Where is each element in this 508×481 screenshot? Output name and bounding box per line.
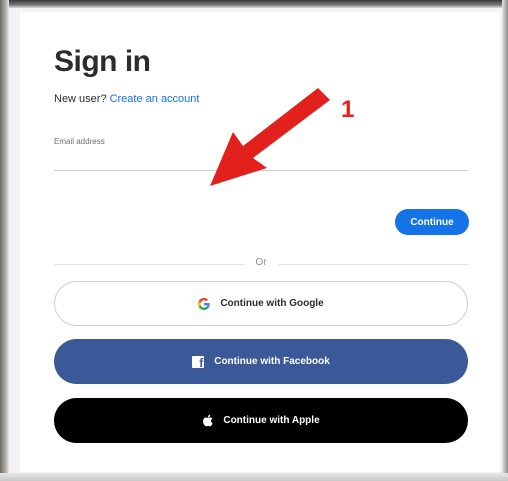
google-button-label: Continue with Google <box>220 298 324 309</box>
facebook-icon: f <box>192 355 205 370</box>
continue-with-facebook-button[interactable]: f Continue with Facebook <box>54 339 468 384</box>
new-user-text: New user? <box>54 93 107 105</box>
apple-button-label: Continue with Apple <box>223 415 320 426</box>
or-divider: Or <box>54 256 468 272</box>
email-label: Email address <box>54 137 105 146</box>
continue-with-google-button[interactable]: Continue with Google <box>54 281 468 326</box>
arrow-icon <box>210 88 330 186</box>
page-title: Sign in <box>54 45 151 78</box>
new-user-line: New user? Create an account <box>54 93 199 105</box>
apple-icon <box>202 414 213 427</box>
divider-line-right <box>278 264 468 265</box>
frame-edge-right <box>502 0 508 481</box>
continue-with-apple-button[interactable]: Continue with Apple <box>54 398 468 443</box>
screenshot-frame: Sign in New user? Create an account Email… <box>0 0 508 481</box>
google-icon <box>198 297 211 310</box>
frame-edge-bottom <box>0 473 508 481</box>
continue-button[interactable]: Continue <box>395 209 469 235</box>
frame-edge-left <box>0 0 9 481</box>
facebook-button-label: Continue with Facebook <box>214 356 330 367</box>
create-account-link[interactable]: Create an account <box>110 93 200 105</box>
annotation-number: 1 <box>341 96 355 123</box>
frame-edge-top <box>0 0 508 8</box>
divider-text: Or <box>255 257 267 268</box>
